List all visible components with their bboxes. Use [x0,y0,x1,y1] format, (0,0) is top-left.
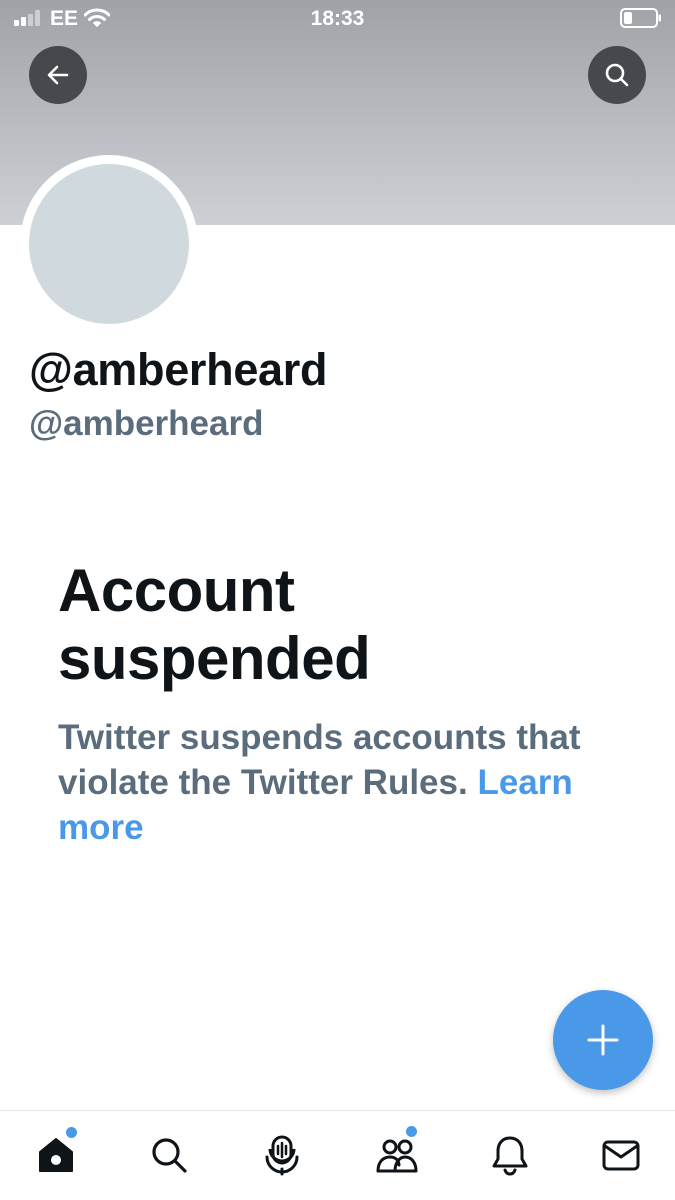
search-icon [152,1138,187,1173]
avatar[interactable] [20,155,198,333]
status-time: 18:33 [310,7,365,30]
profile-display-name: @amberheard [29,344,328,395]
avatar-placeholder [29,164,189,324]
tab-spaces[interactable] [256,1129,308,1181]
search-button[interactable] [588,46,646,104]
envelope-icon [602,1140,640,1171]
status-bar: EE 18:33 [0,0,675,38]
communities-badge [406,1126,417,1137]
suspended-title-line2: suspended [58,625,371,692]
tab-communities[interactable] [371,1126,423,1181]
profile-handle: @amberheard [29,404,264,443]
tab-messages[interactable] [595,1129,647,1181]
people-icon [376,1139,418,1173]
tab-home[interactable] [30,1127,82,1181]
back-button[interactable] [29,46,87,104]
arrow-left-icon [47,65,69,85]
suspended-title: Account suspended [58,557,618,693]
search-icon [605,63,629,87]
home-icon [39,1138,73,1172]
tab-notifications[interactable] [484,1129,536,1181]
tab-search[interactable] [143,1129,195,1181]
battery-icon [620,8,661,28]
plus-icon [587,1024,619,1056]
suspended-message: Twitter suspends accounts that violate t… [58,715,648,850]
bottom-tab-bar [0,1110,675,1200]
home-badge [66,1127,77,1138]
suspended-title-line1: Account [58,557,295,624]
microphone-icon [265,1135,299,1176]
bell-icon [492,1136,528,1176]
compose-tweet-button[interactable] [553,990,653,1090]
